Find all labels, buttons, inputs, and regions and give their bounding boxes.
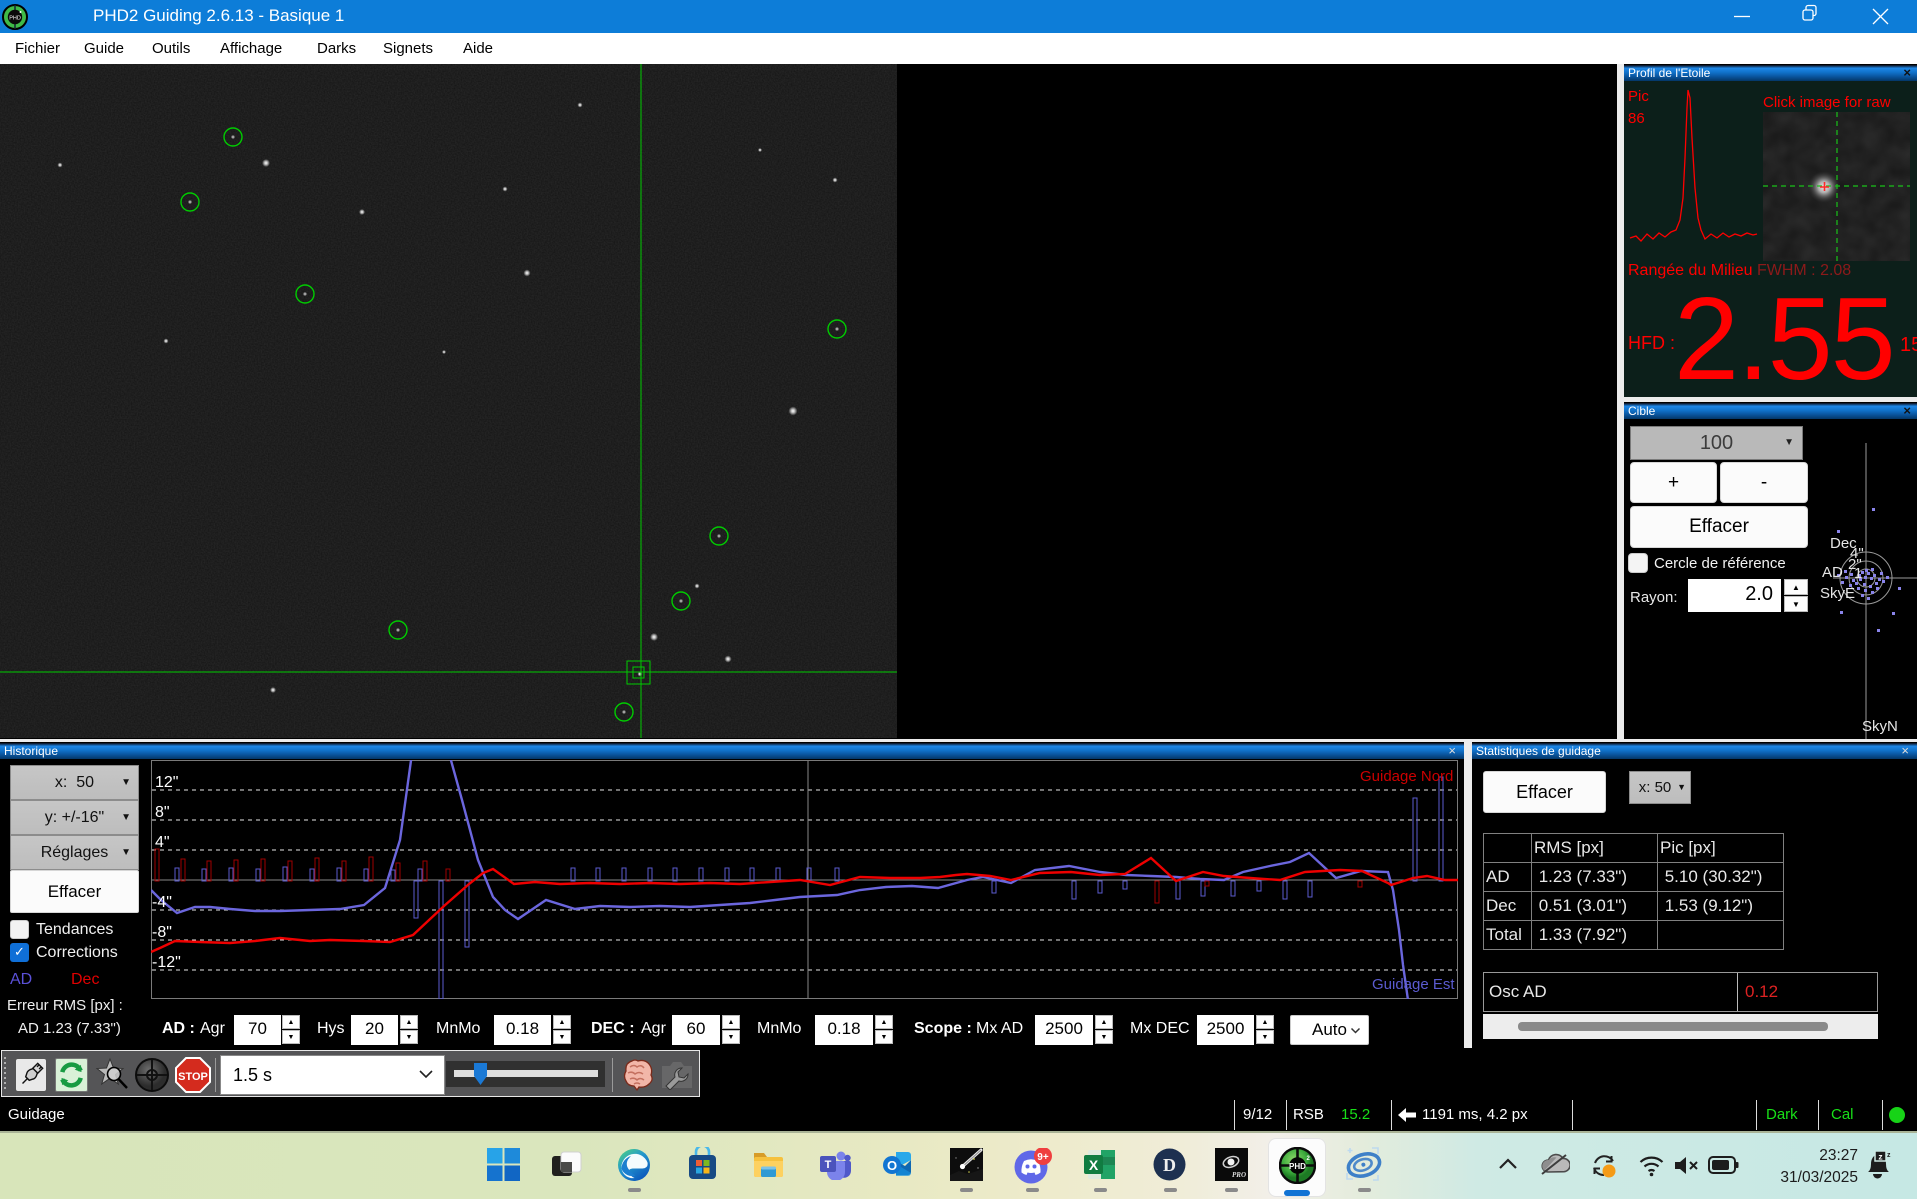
svg-text:AD: AD [1822, 564, 1843, 581]
svg-text:X: X [1089, 1157, 1099, 1173]
svg-text:z: z [1887, 1152, 1891, 1159]
svg-text:D: D [1163, 1155, 1176, 1175]
svg-text:1: 1 [1854, 565, 1862, 582]
svg-text:PHD: PHD [9, 16, 21, 22]
svg-text:9+: 9+ [1037, 1152, 1049, 1163]
svg-text:SkyE: SkyE [1820, 585, 1855, 602]
svg-text:STOP: STOP [178, 1071, 208, 1083]
svg-text:PHD: PHD [1289, 1162, 1306, 1171]
svg-text:z: z [1878, 1152, 1882, 1162]
svg-text:PRO: PRO [1232, 1171, 1246, 1179]
svg-text:O: O [887, 1158, 897, 1173]
svg-text:SkyN: SkyN [1862, 718, 1898, 735]
svg-text:T: T [825, 1159, 832, 1171]
